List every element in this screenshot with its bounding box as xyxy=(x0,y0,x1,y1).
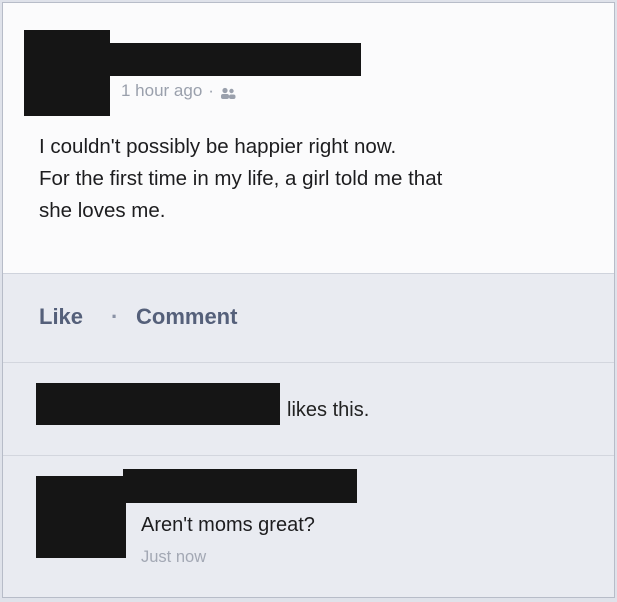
redacted-author-name[interactable] xyxy=(107,43,361,76)
post-line: she loves me. xyxy=(39,199,166,222)
post-body: I couldn't possibly be happier right now… xyxy=(39,131,599,227)
comment-body: Aren't moms great? xyxy=(141,514,315,536)
like-button[interactable]: Like xyxy=(39,304,83,330)
post-actions: Like · Comment xyxy=(3,274,614,363)
meta-separator: · xyxy=(208,81,214,100)
redacted-avatar[interactable] xyxy=(24,30,110,116)
redacted-liker-name[interactable] xyxy=(36,383,280,425)
post-line: I couldn't possibly be happier right now… xyxy=(39,135,397,158)
comment-item: Aren't moms great? Just now xyxy=(3,456,614,597)
post-timestamp[interactable]: 1 hour ago xyxy=(121,81,202,101)
likes-text: likes this. xyxy=(287,399,370,421)
facebook-post-card: 1 hour ago · I couldn't possibly be happ… xyxy=(2,2,615,598)
post-line: For the first time in my life, a girl to… xyxy=(39,167,443,190)
post-meta: 1 hour ago · xyxy=(121,81,236,101)
comment-timestamp[interactable]: Just now xyxy=(141,548,206,567)
redacted-commenter-avatar[interactable] xyxy=(36,476,126,558)
friends-icon[interactable] xyxy=(220,85,236,99)
action-separator: · xyxy=(111,304,119,329)
likes-summary: likes this. xyxy=(3,363,614,456)
redacted-commenter-name[interactable] xyxy=(123,469,357,503)
comment-button[interactable]: Comment xyxy=(136,304,237,330)
status-post: 1 hour ago · I couldn't possibly be happ… xyxy=(3,3,614,274)
